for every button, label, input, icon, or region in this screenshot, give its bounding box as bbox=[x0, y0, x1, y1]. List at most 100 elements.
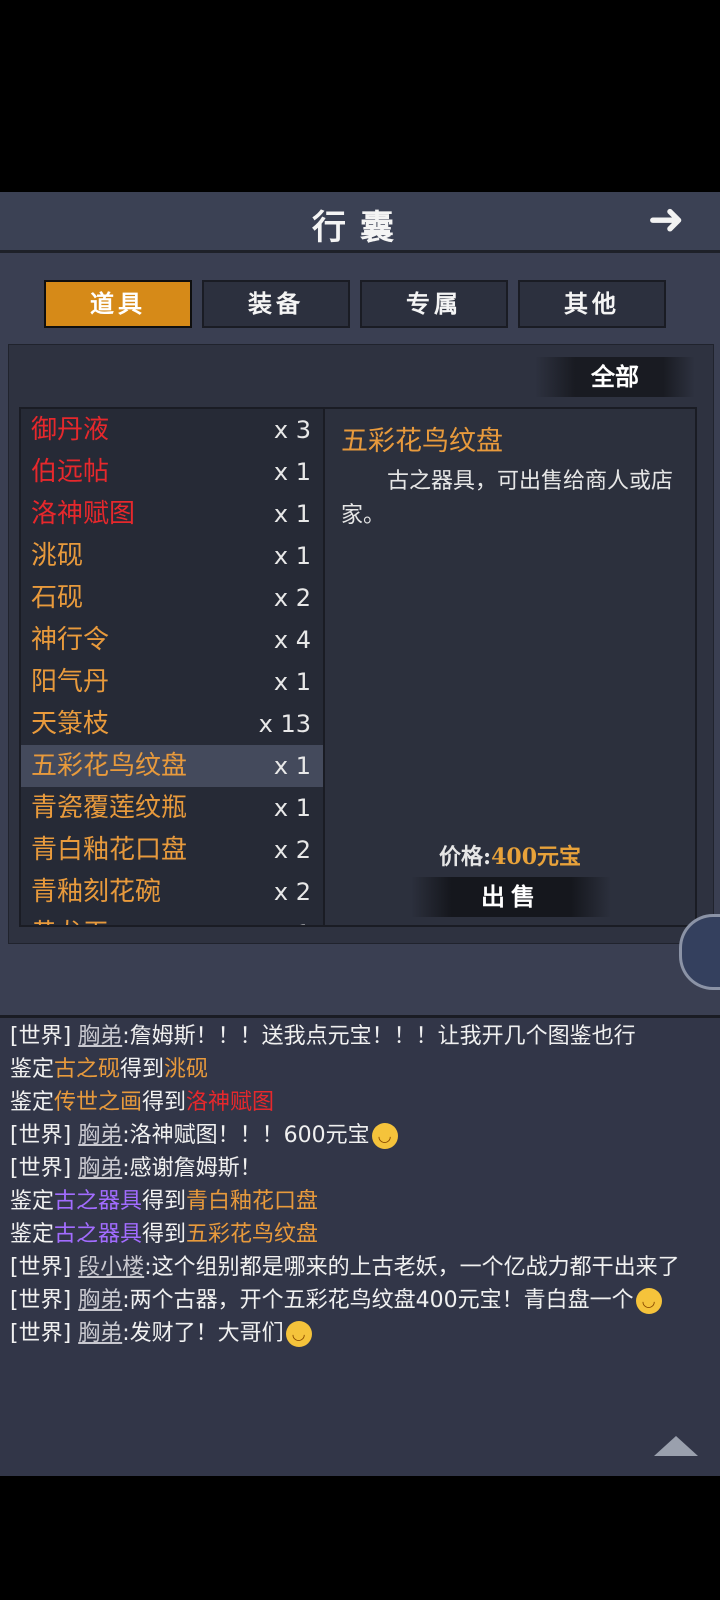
chat-text: 鉴定 bbox=[10, 1222, 55, 1247]
chat-channel: [世界] bbox=[10, 1024, 79, 1049]
item-row[interactable]: 洛神赋图 x 1 bbox=[21, 493, 323, 535]
item-quantity: x 1 bbox=[273, 500, 311, 528]
item-quantity: x 2 bbox=[273, 836, 311, 864]
item-row[interactable]: 青瓷覆莲纹瓶 x 1 bbox=[21, 787, 323, 829]
chat-text: 鉴定 bbox=[10, 1090, 55, 1115]
chat-channel: [世界] bbox=[10, 1255, 79, 1280]
item-name: 神行令 bbox=[31, 625, 110, 655]
item-row[interactable]: 石砚 x 2 bbox=[21, 577, 323, 619]
detail-item-name: 五彩花鸟纹盘 bbox=[341, 426, 503, 457]
chat-text: :詹姆斯！！！送我点元宝！！！让我开几个图鉴也行 bbox=[122, 1024, 636, 1049]
chat-message: [世界] 胸弟:感谢詹姆斯！ bbox=[10, 1152, 710, 1185]
item-quantity: x 1 bbox=[273, 752, 311, 780]
item-row[interactable]: 五彩花鸟纹盘 x 1 bbox=[21, 745, 323, 787]
chat-username[interactable]: 胸弟 bbox=[78, 1123, 122, 1148]
price-line: 价格:400元宝 bbox=[325, 839, 695, 871]
item-list[interactable]: 御丹液 x 3 伯远帖 x 1 洛神赋图 x 1 洮砚 x 1 石砚 x 2 神行令 x 4 阳气丹 x … bbox=[19, 407, 325, 927]
tab-items[interactable]: 道具 bbox=[44, 280, 192, 328]
tab-other[interactable]: 其他 bbox=[518, 280, 666, 328]
item-name: 洮砚 bbox=[31, 541, 84, 571]
tab-exclusive[interactable]: 专属 bbox=[360, 280, 508, 328]
item-quantity: x 13 bbox=[258, 710, 311, 738]
chat-text: :感谢詹姆斯！ bbox=[122, 1156, 262, 1181]
item-quantity: x 4 bbox=[273, 626, 311, 654]
triangle-up-icon[interactable] bbox=[654, 1436, 698, 1456]
item-name: 御丹液 bbox=[31, 415, 110, 445]
sell-button[interactable]: 出售 bbox=[411, 877, 611, 917]
item-name: 青瓷覆莲纹瓶 bbox=[31, 793, 188, 823]
price-value: 400元宝 bbox=[491, 844, 582, 870]
chat-text: 洛神赋图 bbox=[186, 1090, 275, 1115]
chat-text: :发财了！大哥们 bbox=[122, 1321, 284, 1346]
item-row[interactable]: 御丹液 x 3 bbox=[21, 409, 323, 451]
chat-channel: [世界] bbox=[10, 1321, 79, 1346]
item-name: 青白釉花口盘 bbox=[31, 835, 188, 865]
item-row[interactable]: 阳气丹 x 1 bbox=[21, 661, 323, 703]
arrow-right-icon[interactable]: ➜ bbox=[636, 198, 696, 242]
page-title: 行囊 bbox=[312, 208, 408, 248]
item-name: 伯远帖 bbox=[31, 457, 110, 487]
chat-text: 古之器具 bbox=[54, 1222, 143, 1247]
chat-text: 古之砚 bbox=[54, 1057, 121, 1082]
smile-emoji-icon: ◡ bbox=[371, 1123, 398, 1149]
chat-text: :两个古器，开个五彩花鸟纹盘400元宝！青白盘一个 bbox=[122, 1288, 634, 1313]
chat-username[interactable]: 胸弟 bbox=[78, 1156, 122, 1181]
item-quantity: x 1 bbox=[273, 458, 311, 486]
chat-text: 得到 bbox=[142, 1090, 187, 1115]
item-row[interactable]: 青白釉花口盘 x 2 bbox=[21, 829, 323, 871]
item-name: 洛神赋图 bbox=[31, 499, 136, 529]
chat-message: 鉴定古之器具得到五彩花鸟纹盘 bbox=[10, 1218, 710, 1251]
item-row[interactable]: 洮砚 x 1 bbox=[21, 535, 323, 577]
chat-text: 得到 bbox=[120, 1057, 165, 1082]
chat-channel: [世界] bbox=[10, 1288, 79, 1313]
category-tabs: 道具 装备 专属 其他 bbox=[44, 280, 676, 328]
filter-all-button[interactable]: 全部 bbox=[535, 357, 695, 397]
item-name: 阳气丹 bbox=[31, 667, 110, 697]
chat-text: 古之器具 bbox=[54, 1189, 143, 1214]
chat-username[interactable]: 胸弟 bbox=[78, 1288, 122, 1313]
chat-text: 五彩花鸟纹盘 bbox=[186, 1222, 319, 1247]
detail-description: 古之器具，可出售给商人或店家。 bbox=[341, 469, 674, 528]
chat-message: 鉴定传世之画得到洛神赋图 bbox=[10, 1086, 710, 1119]
chat-username[interactable]: 胸弟 bbox=[78, 1321, 122, 1346]
title-bar: 行囊 ➜ bbox=[0, 192, 720, 253]
chat-messages: [世界] 胸弟:詹姆斯！！！送我点元宝！！！让我开几个图鉴也行 鉴定古之砚得到洮砚… bbox=[10, 1020, 710, 1350]
chat-username[interactable]: 胸弟 bbox=[78, 1024, 122, 1049]
chat-message: 鉴定古之砚得到洮砚 bbox=[10, 1053, 710, 1086]
item-row[interactable]: 天箓枝 x 13 bbox=[21, 703, 323, 745]
item-quantity: x 1 bbox=[274, 913, 311, 925]
item-row[interactable]: 青釉刻花碗 x 2 bbox=[21, 871, 323, 913]
item-quantity: x 1 bbox=[273, 542, 311, 570]
item-row[interactable]: 黄龙玉 x 1 bbox=[21, 913, 323, 925]
chat-message: [世界] 胸弟:洛神赋图！！！600元宝 ◡ bbox=[10, 1119, 710, 1152]
chat-message: [世界] 段小楼:这个组别都是哪来的上古老妖，一个亿战力都干出来了 bbox=[10, 1251, 710, 1284]
chat-message: [世界] 胸弟:发财了！大哥们 ◡ bbox=[10, 1317, 710, 1350]
item-name: 黄龙玉 bbox=[31, 919, 109, 925]
chat-text: 鉴定 bbox=[10, 1189, 55, 1214]
chat-text: 青白釉花口盘 bbox=[186, 1189, 319, 1214]
smile-emoji-icon: ◡ bbox=[635, 1288, 662, 1314]
chat-username[interactable]: 段小楼 bbox=[78, 1255, 144, 1280]
chat-text: :这个组别都是哪来的上古老妖，一个亿战力都干出来了 bbox=[144, 1255, 680, 1280]
inventory-content: 全部 御丹液 x 3 伯远帖 x 1 洛神赋图 x 1 洮砚 x 1 石砚 x 2 神行令 x 4 阳气… bbox=[8, 344, 714, 944]
item-name: 石砚 bbox=[31, 583, 84, 613]
price-label: 价格: bbox=[438, 844, 492, 870]
chat-text: 鉴定 bbox=[10, 1057, 55, 1082]
item-name: 五彩花鸟纹盘 bbox=[31, 751, 188, 781]
chat-message: [世界] 胸弟:两个古器，开个五彩花鸟纹盘400元宝！青白盘一个 ◡ bbox=[10, 1284, 710, 1317]
tab-equipment[interactable]: 装备 bbox=[202, 280, 350, 328]
chat-text: 传世之画 bbox=[54, 1090, 143, 1115]
chat-text: 得到 bbox=[142, 1222, 187, 1247]
item-row[interactable]: 神行令 x 4 bbox=[21, 619, 323, 661]
chat-message: 鉴定古之器具得到青白釉花口盘 bbox=[10, 1185, 710, 1218]
smile-emoji-icon: ◡ bbox=[285, 1321, 312, 1347]
chat-panel[interactable]: [世界] 胸弟:詹姆斯！！！送我点元宝！！！让我开几个图鉴也行 鉴定古之砚得到洮砚… bbox=[0, 1015, 720, 1476]
item-quantity: x 2 bbox=[273, 584, 311, 612]
item-row[interactable]: 伯远帖 x 1 bbox=[21, 451, 323, 493]
chat-text: 得到 bbox=[142, 1189, 187, 1214]
chat-channel: [世界] bbox=[10, 1123, 79, 1148]
item-name: 青釉刻花碗 bbox=[31, 877, 162, 907]
chat-text: 洮砚 bbox=[164, 1057, 209, 1082]
item-detail: 五彩花鸟纹盘 古之器具，可出售给商人或店家。 价格:400元宝 出售 bbox=[323, 407, 697, 927]
item-quantity: x 3 bbox=[273, 416, 311, 444]
